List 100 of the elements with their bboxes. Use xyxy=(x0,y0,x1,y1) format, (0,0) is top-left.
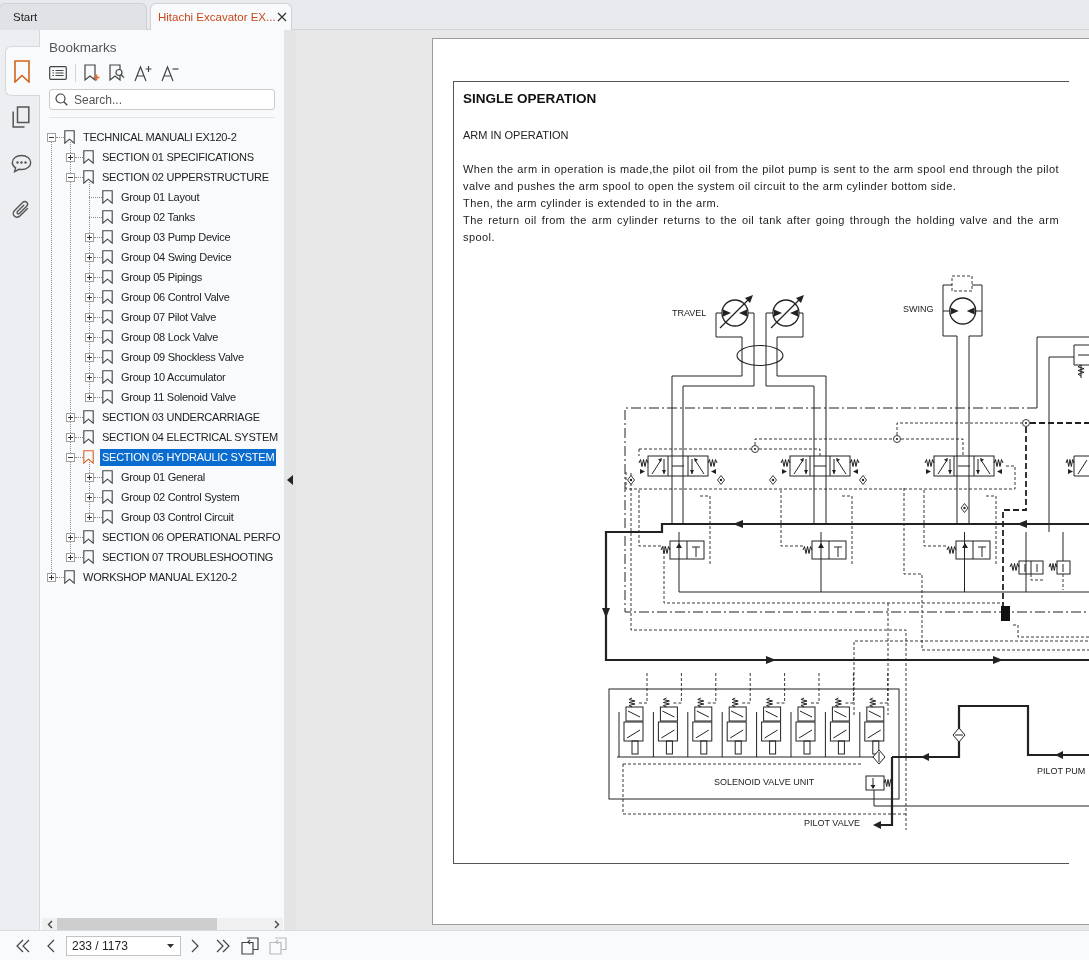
check-valve-icon xyxy=(859,475,867,485)
double-chevron-right-icon[interactable] xyxy=(215,938,231,953)
plus-box-icon[interactable] xyxy=(85,252,94,262)
plus-box-icon[interactable] xyxy=(85,372,94,382)
list-view-icon[interactable] xyxy=(49,66,67,80)
plus-box-icon[interactable] xyxy=(85,232,94,242)
plus-box-icon[interactable] xyxy=(85,312,94,322)
minus-box-icon[interactable] xyxy=(66,172,75,182)
search-field[interactable]: Search... xyxy=(49,89,275,110)
solenoid-valve-icon xyxy=(859,697,885,758)
solenoid-valve-icon xyxy=(687,697,713,758)
bookmark-item[interactable]: Group 09 Shockless Valve xyxy=(119,348,246,366)
overlapping-pages-icon[interactable] xyxy=(241,936,259,955)
add-bookmark-icon[interactable] xyxy=(84,64,100,82)
swing-label: SWING xyxy=(903,304,934,314)
bookmark-item[interactable]: Group 03 Control Circuit xyxy=(119,508,236,526)
bookmark-item[interactable]: Group 07 Pilot Valve xyxy=(119,308,219,326)
bookmark-item[interactable]: Group 01 Layout xyxy=(119,188,202,206)
check-valve-icon xyxy=(960,503,969,513)
plus-box-icon[interactable] xyxy=(66,152,75,162)
sidebar-tab[interactable] xyxy=(5,46,40,96)
bookmark-icon xyxy=(102,330,113,344)
chevron-left-icon[interactable] xyxy=(47,938,55,953)
bookmark-icon xyxy=(64,130,75,144)
bookmark-icon xyxy=(83,430,94,444)
bookmark-item[interactable]: SECTION 06 OPERATIONAL PERFO xyxy=(100,528,283,546)
horizontal-scrollbar[interactable] xyxy=(42,918,283,930)
pages-icon xyxy=(12,106,30,128)
bookmark-item[interactable]: SECTION 01 SPECIFICATIONS xyxy=(100,148,256,166)
find-bookmark-icon[interactable] xyxy=(109,64,125,82)
bookmark-item[interactable]: Group 03 Pump Device xyxy=(119,228,233,246)
scrollbar-thumb[interactable] xyxy=(57,918,217,930)
plus-box-icon[interactable] xyxy=(66,412,75,422)
plus-box-icon[interactable] xyxy=(85,352,94,362)
bookmark-item[interactable]: Group 08 Lock Valve xyxy=(119,328,221,346)
bookmark-item[interactable]: SECTION 02 UPPERSTRUCTURE xyxy=(100,168,271,186)
chevron-right-icon[interactable] xyxy=(191,938,199,953)
bookmark-item[interactable]: Group 11 Solenoid Valve xyxy=(119,388,238,406)
bookmark-item[interactable]: SECTION 07 TROUBLESHOOTING xyxy=(100,548,276,566)
bookmark-item[interactable]: SECTION 04 ELECTRICAL SYSTEM xyxy=(100,428,280,446)
travel-label: TRAVEL xyxy=(672,308,707,318)
bookmark-item[interactable]: SECTION 03 UNDERCARRIAGE xyxy=(100,408,262,426)
bookmark-item[interactable]: Group 06 Control Valve xyxy=(119,288,232,306)
bookmark-icon xyxy=(102,210,113,224)
valve-icon xyxy=(802,540,847,560)
close-icon[interactable] xyxy=(277,12,287,22)
plus-box-icon[interactable] xyxy=(85,332,94,342)
arrowhead-icon xyxy=(602,608,610,618)
bookmark-item[interactable]: Group 04 Swing Device xyxy=(119,248,234,266)
pilot-pump-label: PILOT PUM xyxy=(1037,766,1086,776)
plus-box-icon[interactable] xyxy=(85,472,94,482)
bookmark-icon xyxy=(102,310,113,324)
scroll-right-icon[interactable] xyxy=(274,919,280,929)
section-subtitle: ARM IN OPERATION xyxy=(463,128,570,142)
collapse-panel-icon[interactable] xyxy=(287,475,293,485)
page-number-field[interactable]: 233 / 1173 xyxy=(66,935,181,956)
font-size-up-icon[interactable] xyxy=(134,64,152,82)
document-tab[interactable]: Hitachi Excavator EX... xyxy=(150,3,292,30)
control-valve-icon xyxy=(638,455,718,477)
control-valve-icon xyxy=(924,455,1004,477)
bookmark-icon xyxy=(102,490,113,504)
arrowhead-icon xyxy=(766,656,776,664)
plus-box-icon[interactable] xyxy=(66,532,75,542)
bookmark-item[interactable]: WORKSHOP MANUAL EX120-2 xyxy=(81,568,239,586)
hydraulic-motor-icon xyxy=(770,295,804,329)
solenoid-valve-icon xyxy=(652,697,678,758)
plus-box-icon[interactable] xyxy=(66,552,75,562)
bookmark-icon xyxy=(102,230,113,244)
plus-box-icon[interactable] xyxy=(85,292,94,302)
plus-box-icon[interactable] xyxy=(85,392,94,402)
plus-box-icon[interactable] xyxy=(66,432,75,442)
scroll-left-icon[interactable] xyxy=(47,919,53,929)
plus-box-icon[interactable] xyxy=(47,572,56,582)
bookmark-item[interactable]: Group 10 Accumulator xyxy=(119,368,228,386)
minus-box-icon[interactable] xyxy=(47,132,56,142)
circle-valve-icon xyxy=(893,435,901,443)
bookmark-icon xyxy=(102,470,113,484)
bookmark-item[interactable]: Group 02 Control System xyxy=(119,488,242,506)
bookmark-item[interactable]: Group 05 Pipings xyxy=(119,268,204,286)
relief-valve-icon xyxy=(865,775,893,791)
double-chevron-left-icon[interactable] xyxy=(15,938,31,953)
plus-box-icon[interactable] xyxy=(85,512,94,522)
plus-box-icon[interactable] xyxy=(85,272,94,282)
bookmark-icon xyxy=(83,410,94,424)
bookmark-icon xyxy=(83,530,94,544)
minus-box-icon[interactable] xyxy=(66,452,75,462)
font-size-down-icon[interactable] xyxy=(161,64,179,82)
bookmark-item[interactable]: Group 02 Tanks xyxy=(119,208,197,226)
bookmark-icon xyxy=(102,350,113,364)
bookmark-item[interactable]: Group 01 General xyxy=(119,468,208,486)
bookmark-item[interactable]: SECTION 05 HYDRAULIC SYSTEM xyxy=(100,448,277,466)
solenoid-valve-icon xyxy=(618,697,644,758)
document-tab[interactable]: Start xyxy=(0,3,147,30)
bookmark-icon xyxy=(102,270,113,284)
ellipse-icon xyxy=(736,344,784,367)
bookmark-icon xyxy=(102,190,113,204)
plus-box-icon[interactable] xyxy=(85,492,94,502)
hydraulic-motor-icon xyxy=(949,297,977,325)
bookmark-item[interactable]: TECHNICAL MANUALI EX120-2 xyxy=(81,128,239,146)
bookmark-icon xyxy=(102,370,113,384)
